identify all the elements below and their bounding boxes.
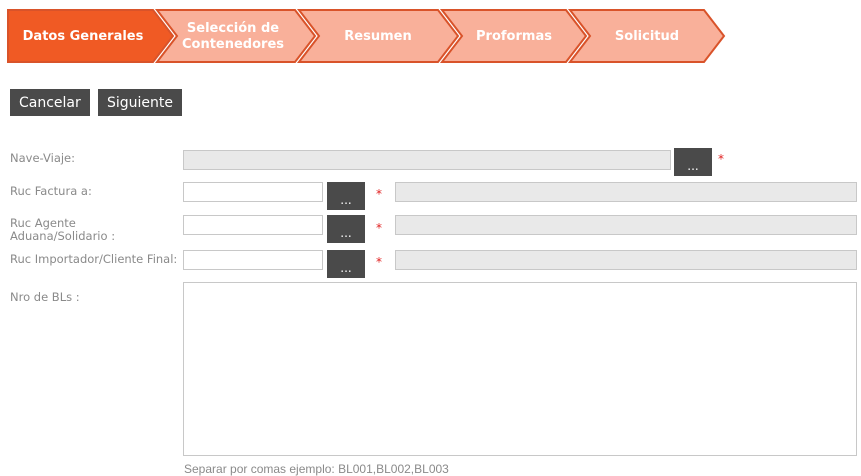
ruc-importador-name-field[interactable] (395, 250, 857, 270)
nro-bls-label: Nro de BLs : (10, 290, 80, 304)
ruc-importador-lookup-button[interactable]: ... (327, 250, 365, 278)
nave-viaje-lookup-button[interactable]: ... (674, 148, 712, 176)
ruc-agente-required-mark: * (376, 221, 382, 235)
wizard-steps: Datos Generales Selección de Contenedore… (7, 9, 727, 64)
nave-viaje-required-mark: * (718, 152, 724, 166)
ruc-importador-field[interactable] (183, 250, 323, 270)
tab-solicitud[interactable]: Solicitud (591, 9, 703, 64)
tab-resumen[interactable]: Resumen (319, 9, 437, 64)
ruc-factura-required-mark: * (376, 187, 382, 201)
next-button[interactable]: Siguiente (98, 89, 183, 116)
ruc-importador-required-mark: * (376, 255, 382, 269)
cancel-button[interactable]: Cancelar (10, 89, 90, 116)
ruc-agente-name-field[interactable] (395, 215, 857, 235)
nave-viaje-label: Nave-Viaje: (10, 151, 76, 165)
tab-datos-generales[interactable]: Datos Generales (13, 9, 153, 64)
ruc-factura-field[interactable] (183, 182, 323, 202)
ruc-factura-lookup-button[interactable]: ... (327, 182, 365, 210)
ruc-importador-label: Ruc Importador/Cliente Final: (10, 252, 178, 266)
ruc-agente-label: Ruc Agente Aduana/Solidario : (10, 216, 116, 243)
nro-bls-textarea[interactable] (183, 282, 857, 456)
tab-seleccion-contenedores[interactable]: Selección de Contenedores (175, 9, 291, 64)
ruc-agente-lookup-button[interactable]: ... (327, 215, 365, 243)
nro-bls-hint: Separar por comas ejemplo: BL001,BL002,B… (184, 462, 449, 476)
ruc-factura-name-field[interactable] (395, 182, 857, 202)
ruc-factura-label: Ruc Factura a: (10, 184, 92, 198)
tab-proformas[interactable]: Proformas (462, 9, 566, 64)
ruc-agente-field[interactable] (183, 215, 323, 235)
nave-viaje-field[interactable] (183, 150, 671, 170)
